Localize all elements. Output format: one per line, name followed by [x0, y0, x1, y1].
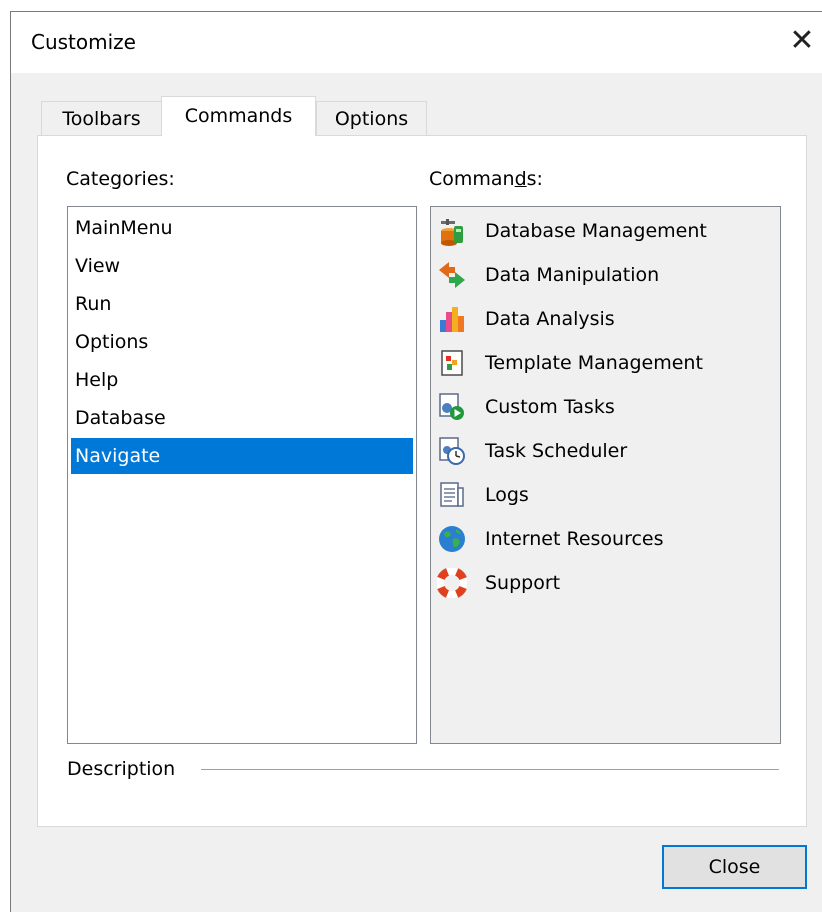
command-label: Data Manipulation [485, 264, 660, 286]
title-bar: Customize ✕ [11, 12, 822, 73]
command-item-internet-resources[interactable]: Internet Resources [437, 519, 772, 559]
window-close-icon[interactable]: ✕ [785, 24, 819, 58]
description-label: Description [67, 758, 176, 780]
command-label: Internet Resources [485, 528, 664, 550]
globe-icon [439, 526, 465, 552]
category-item-selected[interactable]: Navigate [71, 438, 413, 474]
command-item-data-analysis[interactable]: Data Analysis [437, 299, 772, 339]
categories-listbox[interactable]: MainMenu View Run Options Help Database … [67, 206, 417, 744]
window-title: Customize [31, 30, 136, 54]
command-label: Data Analysis [485, 308, 615, 330]
tab-label: Commands [184, 105, 293, 127]
command-item-template-management[interactable]: Template Management [437, 343, 772, 383]
command-label: Template Management [485, 352, 703, 374]
command-item-task-scheduler[interactable]: Task Scheduler [437, 431, 772, 471]
command-label: Support [485, 572, 561, 594]
commands-label: Commands: [429, 168, 543, 190]
tab-label: Options [334, 108, 409, 130]
category-item[interactable]: Run [71, 286, 413, 322]
category-item[interactable]: Options [71, 324, 413, 360]
command-label: Custom Tasks [485, 396, 615, 418]
logs-icon [440, 482, 464, 507]
command-item-logs[interactable]: Logs [437, 475, 772, 515]
customize-dialog: Customize ✕ Toolbars Commands Options Ca… [10, 11, 822, 912]
commands-listbox[interactable]: Database Management Data Manipulation Da… [430, 206, 781, 744]
categories-label: Categories: [66, 168, 175, 190]
custom-tasks-icon [439, 393, 464, 420]
database-management-icon [441, 219, 463, 246]
command-item-custom-tasks[interactable]: Custom Tasks [437, 387, 772, 427]
command-item-database-management[interactable]: Database Management [437, 211, 772, 251]
category-item[interactable]: MainMenu [71, 210, 413, 246]
command-item-data-manipulation[interactable]: Data Manipulation [437, 255, 772, 295]
tab-toolbars[interactable]: Toolbars [41, 101, 162, 136]
template-management-icon [441, 350, 463, 376]
category-item[interactable]: Database [71, 400, 413, 436]
category-item[interactable]: Help [71, 362, 413, 398]
commands-tab-panel: Categories: Commands: MainMenu View Run … [37, 135, 807, 827]
tab-commands[interactable]: Commands [161, 96, 316, 136]
close-button[interactable]: Close [662, 845, 807, 889]
tab-options[interactable]: Options [316, 101, 427, 136]
description-divider [201, 769, 779, 770]
command-label: Database Management [485, 220, 707, 242]
task-scheduler-icon [439, 437, 465, 465]
command-item-support[interactable]: Support [437, 563, 772, 603]
category-item[interactable]: View [71, 248, 413, 284]
command-label: Logs [485, 484, 529, 506]
command-label: Task Scheduler [485, 440, 628, 462]
lifebuoy-icon [437, 568, 467, 598]
data-analysis-icon [440, 307, 464, 332]
tab-label: Toolbars [62, 108, 141, 130]
data-manipulation-icon [439, 262, 465, 288]
